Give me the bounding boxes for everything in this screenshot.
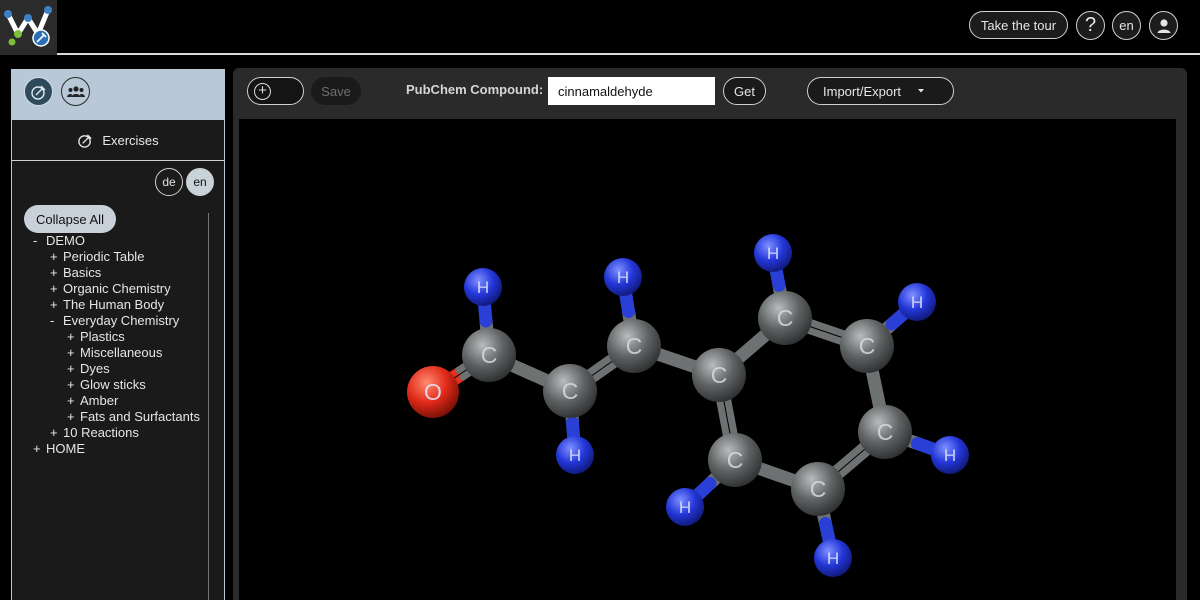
atom-label: H [827,549,839,568]
tree-item-label: Miscellaneous [80,345,163,360]
user-menu-button[interactable] [1149,11,1178,40]
tree-item-label: The Human Body [63,297,165,312]
tree-item-label: Amber [80,393,119,408]
expand-toggle-icon[interactable]: + [67,409,80,425]
caret-down-icon [918,89,925,93]
exercise-tree: - DEMO + Periodic Table + Basics + Organic Chem… [12,233,208,457]
expand-toggle-icon[interactable]: + [50,425,63,441]
tree-item-label: DEMO [46,233,85,248]
tree-item-label: Glow sticks [80,377,146,392]
groups-tab-button[interactable] [61,77,90,106]
help-button[interactable]: ? [1076,11,1105,40]
sidebar-scrollbar[interactable] [208,213,209,600]
tree-item[interactable]: + Amber [12,393,208,409]
expand-toggle-icon[interactable]: + [33,441,46,457]
atom-label: C [481,342,498,368]
top-bar: Take the tour ? en [0,0,1200,55]
atom-label: H [679,498,691,517]
lang-en-button[interactable]: en [186,168,214,196]
expand-toggle-icon[interactable]: + [67,377,80,393]
sidebar-header [12,70,224,120]
tree-item-label: Everyday Chemistry [63,313,180,328]
tree-item-label: Dyes [80,361,110,376]
save-button[interactable]: Save [311,77,361,105]
tree-item-label: 10 Reactions [63,425,139,440]
tree-item[interactable]: - Everyday Chemistry [12,313,208,329]
atom-label: H [944,446,956,465]
group-icon [66,85,85,97]
tree-item-label: Basics [63,265,102,280]
atom-label: C [859,333,876,359]
atom-label: C [810,476,827,502]
user-icon [1157,18,1170,33]
atom-label: H [569,446,581,465]
exercises-label: Exercises [102,132,159,148]
tree-item[interactable]: + Glow sticks [12,377,208,393]
expand-toggle-icon[interactable]: + [50,297,63,313]
expand-toggle-icon[interactable]: + [67,393,80,409]
expand-toggle-icon[interactable]: + [67,361,80,377]
plus-icon: + [254,82,271,100]
atom-label: C [777,305,794,331]
exercises-title[interactable]: Exercises [12,120,224,161]
molecule-viewer-canvas[interactable]: O C H C H C H C C H C H C H C H C H [239,119,1176,600]
exercise-icon [78,133,92,148]
add-button[interactable]: + [247,77,304,105]
molecule-editor-panel: + Save PubChem Compound: Get Import/Expo… [233,68,1187,600]
import-export-dropdown[interactable]: Import/Export [807,77,954,105]
molecule-3d-view: O C H C H C H C C H C H C H C H C H [407,234,969,577]
get-button[interactable]: Get [723,77,766,105]
tree-item[interactable]: +10 Reactions [12,425,208,441]
atom-label: C [711,362,728,388]
exercises-tab-button[interactable] [24,77,53,106]
atom-label: H [477,278,489,297]
pubchem-compound-input[interactable] [548,77,715,105]
collapse-toggle-icon[interactable]: - [50,313,63,329]
tree-item-label: HOME [46,441,85,456]
pubchem-label: PubChem Compound: [406,82,544,97]
tree-item[interactable]: + Plastics [12,329,208,345]
lang-de-button[interactable]: de [155,168,183,196]
tree-item[interactable]: + Fats and Surfactants [12,409,208,425]
tree-item[interactable]: + Organic Chemistry [12,281,208,297]
tree-item-label: Fats and Surfactants [80,409,200,424]
expand-toggle-icon[interactable]: + [50,249,63,265]
tree-item[interactable]: - DEMO [12,233,208,249]
tree-item-label: Organic Chemistry [63,281,171,296]
expand-toggle-icon[interactable]: + [67,329,80,345]
language-switcher: de en [155,168,214,196]
tree-item-label: Periodic Table [63,249,145,264]
tree-item[interactable]: + Periodic Table [12,249,208,265]
expand-toggle-icon[interactable]: + [50,265,63,281]
atom-label: H [911,293,923,312]
atom-label: H [617,268,629,287]
atom-label: H [767,244,779,263]
expand-toggle-icon[interactable]: + [67,345,80,361]
exercise-icon [30,85,45,100]
atom-label: C [877,419,894,445]
language-button[interactable]: en [1112,11,1141,40]
tree-item[interactable]: + The Human Body [12,297,208,313]
tree-item[interactable]: + HOME [12,441,208,457]
exercises-sidebar: Exercises de en Collapse All - DEMO + Perio… [11,69,225,600]
atom-label: C [727,447,744,473]
tree-item-label: Plastics [80,329,125,344]
take-tour-button[interactable]: Take the tour [969,11,1068,39]
collapse-toggle-icon[interactable]: - [33,233,46,249]
atom-label: O [424,379,442,405]
expand-toggle-icon[interactable]: + [50,281,63,297]
atom-label: C [562,378,579,404]
app-logo[interactable] [0,0,57,55]
collapse-all-button[interactable]: Collapse All [24,205,116,233]
app-logo-icon [4,6,52,47]
atom-label: C [626,333,643,359]
import-export-label: Import/Export [823,83,902,99]
tree-item[interactable]: + Dyes [12,361,208,377]
tree-item[interactable]: + Miscellaneous [12,345,208,361]
tree-item[interactable]: + Basics [12,265,208,281]
